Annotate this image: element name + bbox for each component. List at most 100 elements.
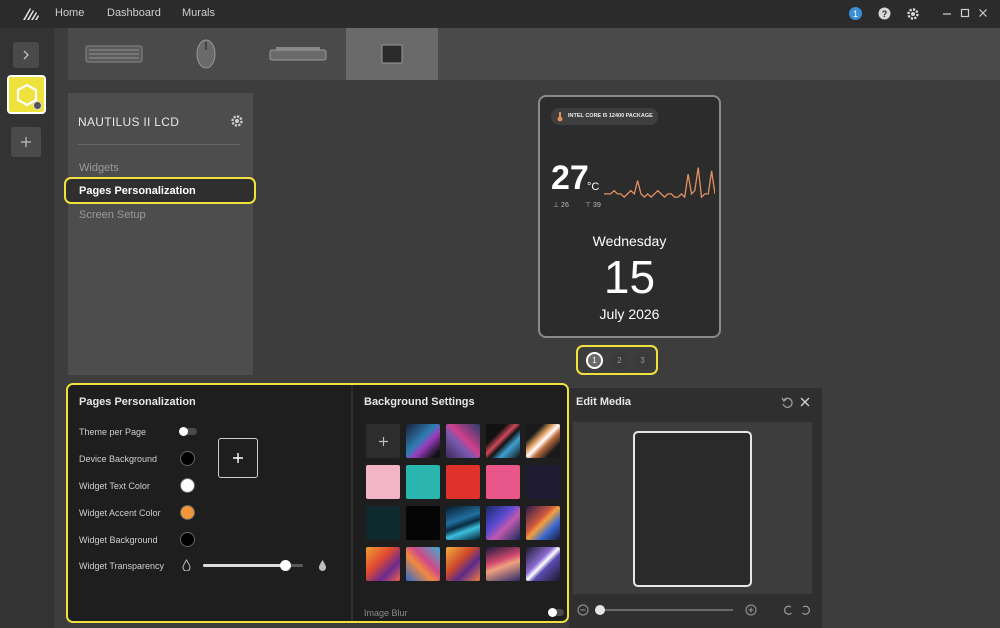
background-tile-abstract-4[interactable] [526, 424, 560, 458]
lcd-preview: INTEL CORE I5 12400 PACKAGE 27 °C ⊥ 26 ⊤… [538, 95, 721, 338]
background-tile-waves-blue[interactable] [446, 506, 480, 540]
divider [78, 144, 240, 145]
widget-accent-color-label: Widget Accent Color [79, 508, 161, 518]
nav-murals[interactable]: Murals [182, 7, 215, 19]
background-tile-waves-purple[interactable] [486, 506, 520, 540]
panel-title: Edit Media [576, 396, 632, 408]
day-number: 15 [603, 251, 656, 303]
background-settings-panel: Background Settings Image Blur [353, 385, 567, 621]
zoom-slider-thumb[interactable] [595, 605, 605, 615]
max-temp-value: 39 [593, 202, 601, 209]
background-tile-fluid-orange[interactable] [366, 547, 400, 581]
temperature-unit: °C [587, 181, 600, 193]
edit-media-panel: Edit Media [569, 388, 822, 628]
help-icon[interactable]: ? [878, 7, 891, 20]
menu-item-widgets[interactable]: Widgets [79, 162, 119, 174]
notification-badge[interactable]: 1 [849, 7, 862, 20]
maximize-icon[interactable] [958, 6, 972, 20]
menu-item-screen-setup[interactable]: Screen Setup [79, 209, 146, 221]
media-preview-area [573, 422, 812, 594]
device-strip [68, 28, 1000, 80]
device-settings-gear-icon[interactable] [230, 114, 244, 128]
widget-text-color-swatch[interactable] [180, 478, 195, 493]
nav-home[interactable]: Home [55, 7, 84, 19]
reset-icon[interactable] [781, 396, 794, 409]
page-2-button[interactable]: 2 [611, 352, 628, 369]
media-crop-frame[interactable] [633, 431, 752, 587]
background-tile-fluid-pink[interactable] [486, 547, 520, 581]
transparency-low-icon [182, 559, 191, 571]
min-temp: ⊥ 26 [553, 202, 569, 209]
settings-gear-icon[interactable] [906, 7, 920, 21]
rotate-left-icon[interactable] [782, 604, 794, 616]
plus-icon [378, 436, 388, 446]
background-solid-black[interactable] [406, 506, 440, 540]
device-tab-mouse[interactable] [160, 28, 252, 80]
device-tab-headset-stand[interactable] [252, 28, 344, 80]
sensor-label: INTEL CORE I5 12400 PACKAGE [568, 113, 653, 119]
page-1-button[interactable]: 1 [586, 352, 603, 369]
background-solid-teal[interactable] [406, 465, 440, 499]
menu-item-label: Pages Personalization [79, 185, 196, 197]
zoom-out-icon[interactable] [577, 604, 589, 616]
temperature-graph-line [604, 167, 715, 199]
stand-icon [268, 44, 328, 64]
device-tab-lcd-cooler[interactable] [346, 28, 438, 80]
background-tile-abstract-2[interactable] [446, 424, 480, 458]
month-year: July 2026 [599, 306, 660, 322]
add-media-button[interactable] [218, 438, 258, 478]
device-background-swatch[interactable] [180, 451, 195, 466]
selected-device-button[interactable] [7, 75, 46, 114]
background-solid-dark-purple[interactable] [526, 465, 560, 499]
widget-background-label: Widget Background [79, 535, 158, 545]
widget-transparency-label: Widget Transparency [79, 561, 165, 571]
corsair-logo-icon [22, 7, 40, 21]
background-tile-fluid-mix[interactable] [406, 547, 440, 581]
image-blur-toggle[interactable] [548, 608, 564, 617]
max-temp: ⊤ 39 [585, 202, 601, 209]
transparency-slider[interactable] [203, 560, 303, 571]
nav-dashboard[interactable]: Dashboard [107, 7, 161, 19]
background-tile-abstract-1[interactable] [406, 424, 440, 458]
panel-title: Background Settings [364, 396, 475, 408]
background-tile-swirl[interactable] [526, 506, 560, 540]
page-3-button[interactable]: 3 [634, 352, 651, 369]
zoom-in-icon[interactable] [745, 604, 757, 616]
page-selector: 1 2 3 [576, 345, 658, 375]
keyboard-icon [85, 43, 143, 65]
close-icon[interactable] [799, 396, 811, 408]
personalization-area: Pages Personalization Theme per Page Dev… [66, 383, 569, 623]
minimize-icon[interactable] [940, 6, 954, 20]
background-solid-magenta[interactable] [486, 465, 520, 499]
panel-title: Pages Personalization [79, 396, 196, 408]
expand-rail-button[interactable] [13, 42, 39, 68]
lcd-cooler-icon [381, 44, 403, 64]
add-background-button[interactable] [366, 424, 400, 458]
theme-per-page-toggle[interactable] [179, 427, 197, 436]
device-tab-keyboard[interactable] [68, 28, 160, 80]
image-blur-label: Image Blur [364, 608, 408, 618]
menu-item-pages-personalization[interactable]: Pages Personalization [64, 177, 256, 204]
transparency-high-icon [318, 559, 327, 571]
background-solid-pink[interactable] [366, 465, 400, 499]
widget-background-swatch[interactable] [180, 532, 195, 547]
pages-personalization-panel: Pages Personalization Theme per Page Dev… [68, 385, 351, 621]
widget-text-color-label: Widget Text Color [79, 481, 150, 491]
sensor-chip: INTEL CORE I5 12400 PACKAGE [551, 108, 658, 125]
transparency-slider-fill [203, 564, 285, 567]
transparency-slider-thumb[interactable] [280, 560, 291, 571]
zoom-slider[interactable] [595, 605, 733, 615]
mouse-icon [195, 38, 217, 70]
close-window-icon[interactable] [976, 6, 990, 20]
day-name: Wednesday [592, 233, 667, 249]
add-device-button[interactable] [11, 127, 41, 157]
background-tile-fluid-sunset[interactable] [446, 547, 480, 581]
background-solid-red[interactable] [446, 465, 480, 499]
background-tile-fluid-white[interactable] [526, 547, 560, 581]
toggle-knob [179, 427, 188, 436]
device-status-icon [33, 101, 42, 110]
widget-accent-color-swatch[interactable] [180, 505, 195, 520]
background-solid-dark-teal[interactable] [366, 506, 400, 540]
background-tile-abstract-3[interactable] [486, 424, 520, 458]
rotate-right-icon[interactable] [800, 604, 812, 616]
